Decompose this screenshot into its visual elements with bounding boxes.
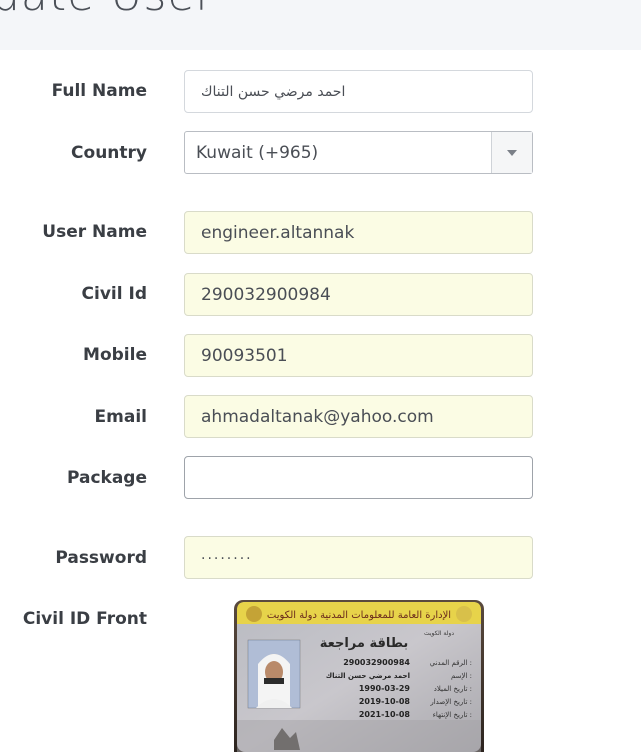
user-name-field[interactable]: engineer.altannak (184, 211, 533, 254)
civil-id-label: Civil Id (81, 284, 147, 304)
card-row-value: 2019-10-08 (359, 697, 411, 706)
full-name-label: Full Name (51, 81, 147, 101)
country-select[interactable]: Kuwait (+965) (184, 131, 533, 174)
page-title: date User (0, 0, 215, 21)
card-row-label: تاريخ الإنتهاء : (433, 711, 472, 719)
package-label: Package (66, 468, 147, 488)
card-row-label: الإسم : (451, 672, 472, 680)
full-name-field[interactable]: احمد مرضي حسن التناك (184, 70, 533, 113)
civil-id-card-photo: الإدارة العامة للمعلومات المدنية دولة ال… (234, 600, 484, 752)
country-dropdown-toggle[interactable] (491, 132, 532, 173)
card-state-text: دولة الكويت (424, 630, 454, 637)
country-label: Country (71, 143, 147, 163)
card-header-text: الإدارة العامة للمعلومات المدنية دولة ال… (267, 610, 451, 621)
package-field[interactable] (184, 456, 533, 499)
password-field[interactable]: ········ (184, 536, 533, 579)
card-row-value: 1990-03-29 (359, 684, 411, 693)
card-row-label: تاريخ الإصدار : (429, 698, 472, 706)
card-row-label: الرقم المدني : (430, 659, 472, 667)
chevron-down-icon (507, 149, 517, 156)
card-row-value: 290032900984 (343, 658, 410, 667)
card-title: بطاقة مراجعة (320, 636, 409, 651)
card-row-label: تاريخ الميلاد : (434, 685, 472, 693)
card-row-value: احمد مرضي حسن التناك (326, 672, 410, 680)
card-row-value: 2021-10-08 (359, 710, 411, 719)
mobile-field[interactable]: 90093501 (184, 334, 533, 377)
country-select-value: Kuwait (+965) (196, 142, 319, 163)
email-field[interactable]: ahmadaltanak@yahoo.com (184, 395, 533, 438)
civil-id-front-image[interactable]: الإدارة العامة للمعلومات المدنية دولة ال… (234, 600, 484, 752)
email-label: Email (94, 407, 147, 427)
civil-id-field[interactable]: 290032900984 (184, 273, 533, 316)
civil-id-front-label: Civil ID Front (22, 609, 147, 629)
user-name-label: User Name (42, 222, 147, 242)
mobile-label: Mobile (83, 345, 147, 365)
page-header: date User (0, 0, 641, 50)
password-label: Password (55, 548, 147, 568)
